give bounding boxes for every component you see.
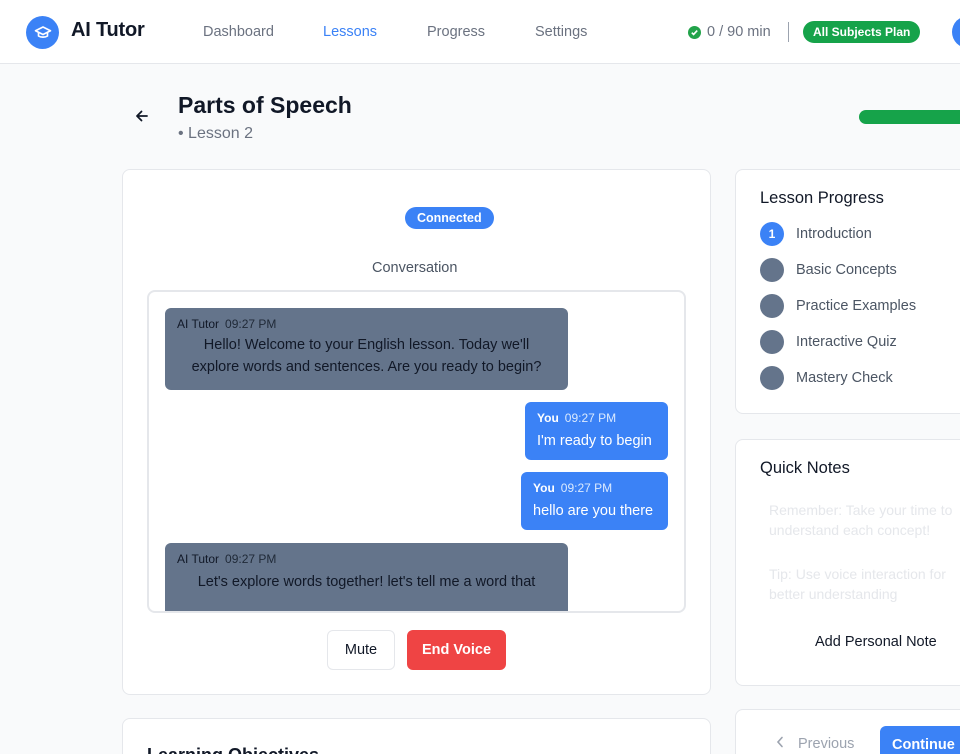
step-indicator — [760, 294, 784, 318]
message-time: 09:27 PM — [225, 552, 277, 566]
lesson-progress-heading: Lesson Progress — [760, 189, 884, 207]
check-circle-icon — [688, 25, 701, 39]
page-title: Parts of Speech — [178, 92, 352, 118]
sender-name: You — [537, 411, 559, 425]
top-header: AI Tutor Dashboard Lessons Progress Sett… — [0, 0, 960, 64]
sender-name: AI Tutor — [177, 317, 220, 331]
conversation-label: Conversation — [372, 260, 458, 276]
chat-message-user: You 09:27 PM I'm ready to begin — [525, 402, 668, 460]
step-indicator — [760, 366, 784, 390]
step-label[interactable]: Practice Examples — [796, 298, 916, 314]
message-time: 09:27 PM — [564, 411, 617, 425]
step-label[interactable]: Interactive Quiz — [796, 334, 897, 350]
chat-message-tutor: AI Tutor 09:27 PM Hello! Welcome to your … — [165, 308, 568, 390]
connection-status-badge: Connected — [405, 207, 494, 229]
usage-indicator: 0 / 90 min — [688, 24, 771, 40]
continue-button[interactable]: Continue — [880, 726, 960, 754]
learning-objectives-title: Learning Objectives — [147, 745, 319, 754]
chat-message-tutor: AI Tutor 09:27 PM Let's explore words tog… — [165, 543, 568, 611]
step-label[interactable]: Basic Concepts — [796, 262, 897, 278]
graduation-cap-icon[interactable] — [26, 16, 59, 49]
chat-message-user: You 09:27 PM hello are you there — [521, 472, 668, 530]
previous-button[interactable]: Previous — [776, 736, 854, 752]
nav-progress[interactable]: Progress — [427, 24, 485, 40]
plan-badge: All Subjects Plan — [803, 21, 921, 43]
nav-lessons[interactable]: Lessons — [323, 24, 377, 40]
note-text: Remember: Take your time to — [769, 502, 953, 518]
message-time: 09:27 PM — [560, 481, 613, 495]
note-text: understand each concept! — [769, 522, 931, 538]
message-time: 09:27 PM — [225, 317, 277, 331]
message-text: I'm ready to begin — [537, 433, 652, 449]
note-text: better understanding — [769, 586, 898, 602]
add-personal-note-button[interactable]: Add Personal Note — [815, 634, 937, 650]
nav-settings[interactable]: Settings — [535, 24, 587, 40]
lesson-progress-bar — [859, 110, 960, 124]
user-avatar[interactable] — [952, 16, 960, 48]
usage-text: 0 / 90 min — [707, 24, 771, 40]
quick-notes-heading: Quick Notes — [760, 459, 850, 477]
back-arrow-icon[interactable] — [134, 108, 150, 124]
step-indicator — [760, 330, 784, 354]
lesson-subtitle: • Lesson 2 — [178, 125, 253, 142]
app-title[interactable]: AI Tutor — [71, 19, 145, 42]
sender-name: AI Tutor — [177, 552, 220, 566]
header-divider — [788, 22, 789, 42]
previous-label: Previous — [798, 736, 855, 752]
message-text: Let's explore words together! let's tell… — [197, 574, 536, 590]
note-text: Tip: Use voice interaction for — [769, 566, 946, 582]
mute-button[interactable]: Mute — [327, 630, 395, 670]
step-label[interactable]: Introduction — [796, 226, 872, 242]
step-indicator — [760, 258, 784, 282]
end-voice-button[interactable]: End Voice — [407, 630, 506, 670]
nav-dashboard[interactable]: Dashboard — [203, 24, 274, 40]
message-text: hello are you there — [533, 503, 654, 519]
chevron-left-icon — [776, 736, 784, 752]
step-indicator-active: 1 — [760, 222, 784, 246]
step-label[interactable]: Mastery Check — [796, 370, 893, 386]
message-text: Hello! Welcome to your English lesson. T… — [191, 337, 542, 375]
sender-name: You — [533, 481, 555, 495]
conversation-panel[interactable]: AI Tutor 09:27 PM Hello! Welcome to your … — [147, 290, 686, 613]
